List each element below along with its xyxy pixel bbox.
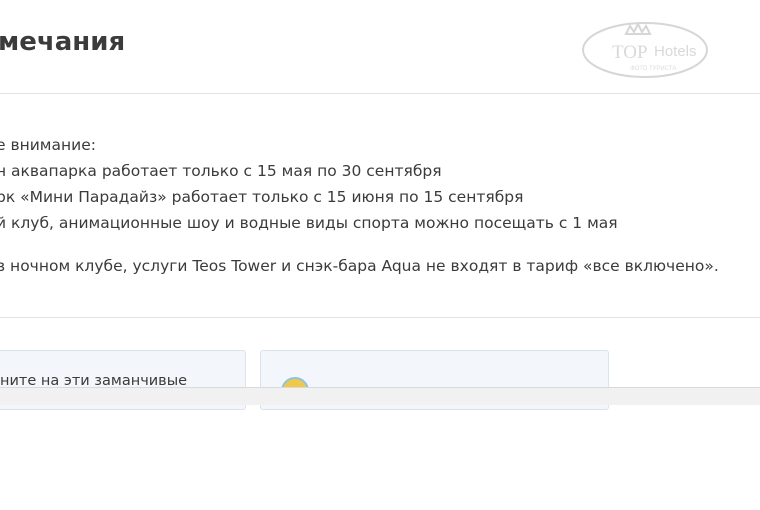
watermark-hotels-text: Hotels	[654, 43, 697, 60]
notes-intro: е внимание:	[0, 136, 96, 154]
watermark-sub-text: ФОТО ТУРИСТА	[630, 66, 676, 72]
divider-middle	[0, 317, 760, 318]
notes-gap	[0, 236, 719, 253]
tophotels-watermark: TOP Hotels ФОТО ТУРИСТА	[580, 16, 710, 80]
notes-extra: в ночном клубе, услуги Teos Tower и снэк…	[0, 257, 719, 275]
notes-block: е внимание: н аквапарка работает только …	[0, 132, 719, 279]
notes-item: рк «Мини Парадайз» работает только с 15 …	[0, 188, 524, 206]
divider-top	[0, 93, 760, 94]
watermark-logo: TOP Hotels ФОТО ТУРИСТА	[582, 21, 708, 78]
watermark-top-text: TOP	[612, 42, 648, 63]
horizontal-scrollbar[interactable]	[0, 387, 760, 405]
hotel-page: мечания TOP Hotels ФОТО ТУРИСТА е вниман…	[0, 0, 760, 510]
notes-item: й клуб, анимационные шоу и водные виды с…	[0, 214, 618, 232]
notes-item: н аквапарка работает только с 15 мая по …	[0, 162, 442, 180]
section-title: мечания	[0, 27, 126, 57]
